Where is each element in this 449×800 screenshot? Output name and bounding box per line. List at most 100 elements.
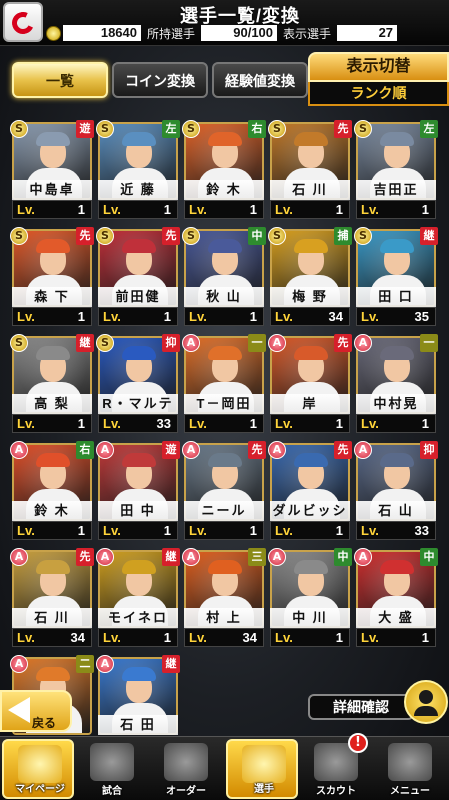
player-card[interactable]: S 右鈴 木 Lv. 1 (182, 120, 266, 221)
level-value: 1 (77, 523, 85, 538)
level-prefix: Lv. (189, 309, 207, 324)
coin-icon (46, 25, 61, 41)
player-card[interactable]: S 中秋 山 Lv. 1 (182, 227, 266, 328)
level-value: 1 (77, 309, 85, 324)
rank-badge: A (10, 441, 28, 459)
player-card[interactable]: A 先石 川 Lv. 34 (10, 548, 94, 649)
player-name: 中村晃 (356, 394, 436, 414)
rank-badge: A (268, 548, 286, 566)
detail-confirm-button[interactable]: 詳細確認 (308, 680, 448, 724)
player-card[interactable]: A 継モイネロ Lv. 1 (96, 548, 180, 649)
level-value: 1 (335, 202, 343, 217)
tab-exp-convert[interactable]: 経験値変換 (212, 62, 308, 98)
player-name: 中島卓 (12, 180, 92, 200)
position-badge: 中 (420, 548, 438, 566)
rank-badge: A (96, 548, 114, 566)
position-badge: 中 (334, 548, 352, 566)
player-card[interactable]: A 先岸 Lv. 1 (268, 334, 352, 435)
rank-badge: S (268, 227, 286, 245)
player-level: Lv. 1 (12, 414, 92, 433)
player-card[interactable]: S 抑 R・マルティネスLv. 33 (96, 334, 180, 435)
back-button[interactable]: 戻る (0, 690, 72, 732)
player-card[interactable]: S 左吉田正 Lv. 1 (354, 120, 438, 221)
player-card[interactable]: A 右鈴 木 Lv. 1 (10, 441, 94, 542)
level-value: 1 (335, 416, 343, 431)
player-level: Lv. 1 (98, 307, 178, 326)
rank-badge: A (182, 548, 200, 566)
player-level: Lv. 1 (12, 200, 92, 219)
nav-item[interactable]: 試合 (76, 739, 148, 799)
level-prefix: Lv. (275, 202, 293, 217)
position-badge: 左 (420, 120, 438, 138)
position-badge: 継 (162, 548, 180, 566)
position-badge: 中 (248, 227, 266, 245)
player-name: R・マルティネス (98, 394, 178, 431)
player-card[interactable]: A 中大 盛 Lv. 1 (354, 548, 438, 649)
level-value: 1 (163, 202, 171, 217)
player-level: Lv. 34 (270, 307, 350, 326)
player-card[interactable]: A 一 T－岡田 Lv. 1 (182, 334, 266, 435)
player-card[interactable]: A 中中 川 Lv. 1 (268, 548, 352, 649)
player-card[interactable]: S 左近 藤 Lv. 1 (96, 120, 180, 221)
player-icon (242, 745, 286, 783)
sort-toggle-button[interactable]: 表示切替 ランク順 (308, 52, 449, 108)
shown-count: 27 (337, 25, 398, 41)
level-value: 34 (328, 309, 343, 324)
player-name: 中 川 (270, 608, 350, 628)
rank-badge: S (182, 120, 200, 138)
owned-label: 所持選手 (147, 26, 196, 41)
position-badge: 一 (248, 334, 266, 352)
tab-coin-convert[interactable]: コイン変換 (112, 62, 208, 98)
level-prefix: Lv. (361, 309, 379, 324)
player-name: 石 山 (356, 501, 436, 521)
player-card[interactable]: S 継高 梨 Lv. 1 (10, 334, 94, 435)
nav-item[interactable]: マイページ (2, 739, 74, 799)
nav-item[interactable]: スカウト! (300, 733, 372, 799)
player-card[interactable]: A 先ニール Lv. 1 (182, 441, 266, 542)
level-prefix: Lv. (275, 523, 293, 538)
level-value: 1 (163, 523, 171, 538)
position-badge: 右 (248, 120, 266, 138)
level-prefix: Lv. (189, 630, 207, 645)
position-badge: 右 (76, 441, 94, 459)
position-badge: 先 (162, 227, 180, 245)
nav-item[interactable]: 選手 (226, 739, 298, 799)
level-prefix: Lv. (275, 416, 293, 431)
rank-badge: S (268, 120, 286, 138)
player-name: 石 川 (12, 608, 92, 628)
tab-bar: 一覧 コイン変換 経験値変換 表示切替 ランク順 (0, 52, 449, 108)
rank-badge: A (182, 334, 200, 352)
level-prefix: Lv. (17, 523, 35, 538)
player-level: Lv. 1 (356, 200, 436, 219)
player-name: 田 中 (98, 501, 178, 521)
nav-item[interactable]: オーダー (150, 739, 222, 799)
position-badge: 三 (248, 548, 266, 566)
position-badge: 先 (334, 120, 352, 138)
player-name: 村 上 (184, 608, 264, 628)
level-prefix: Lv. (17, 630, 35, 645)
nav-label: メニュー (390, 786, 430, 797)
level-value: 34 (70, 630, 85, 645)
player-card[interactable]: A 三村 上 Lv. 34 (182, 548, 266, 649)
player-name: ニール (184, 501, 264, 521)
player-card[interactable]: S 遊中島卓 Lv. 1 (10, 120, 94, 221)
player-card[interactable]: A 抑石 山 Lv. 33 (354, 441, 438, 542)
position-badge: 抑 (420, 441, 438, 459)
level-value: 1 (163, 630, 171, 645)
player-name: 秋 山 (184, 287, 264, 307)
player-card[interactable]: S 継田 口 Lv. 35 (354, 227, 438, 328)
shown-label: 表示選手 (283, 26, 332, 41)
nav-item[interactable]: メニュー (374, 739, 446, 799)
position-badge: 遊 (162, 441, 180, 459)
player-card[interactable]: A 先ダルビッシュLv. 1 (268, 441, 352, 542)
player-card[interactable]: S 先石 川 Lv. 1 (268, 120, 352, 221)
player-card[interactable]: A 一中村晃 Lv. 1 (354, 334, 438, 435)
player-name: 石 田 (98, 715, 178, 735)
tab-list[interactable]: 一覧 (12, 62, 108, 98)
player-card[interactable]: S 捕梅 野 Lv. 34 (268, 227, 352, 328)
player-card[interactable]: A 遊田 中 Lv. 1 (96, 441, 180, 542)
player-card[interactable]: S 先森 下 Lv. 1 (10, 227, 94, 328)
position-badge: 継 (76, 334, 94, 352)
player-card[interactable]: S 先前田健 Lv. 1 (96, 227, 180, 328)
level-value: 33 (414, 523, 429, 538)
